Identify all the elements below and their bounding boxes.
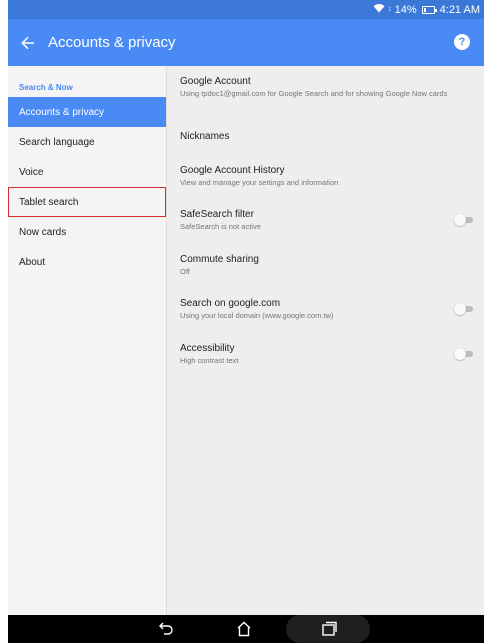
setting-title: Google Account	[180, 76, 251, 87]
setting-accessibility[interactable]: Accessibility High contrast text	[180, 343, 476, 365]
battery-icon	[421, 5, 437, 14]
arrow-back-icon[interactable]	[14, 29, 42, 57]
setting-subtitle: High contrast text	[180, 356, 239, 365]
setting-title: Google Account History	[180, 165, 285, 176]
page-title: Accounts & privacy	[48, 34, 176, 51]
sidebar-item-label: Now cards	[19, 226, 67, 238]
sidebar-item-label: Tablet search	[19, 196, 79, 208]
signal-arrows-icon: ↕	[388, 6, 392, 13]
setting-account-history[interactable]: Google Account History View and manage y…	[180, 165, 476, 187]
toggle-thumb	[454, 348, 466, 360]
sidebar-item-search-language[interactable]: Search language	[8, 127, 166, 157]
sidebar-item-label: Accounts & privacy	[19, 106, 105, 118]
setting-title: SafeSearch filter	[180, 209, 254, 220]
google-com-toggle[interactable]	[454, 302, 474, 316]
help-icon[interactable]: ?	[454, 34, 470, 50]
toggle-thumb	[454, 214, 466, 226]
sidebar-item-tablet-search[interactable]: Tablet search	[8, 187, 166, 217]
setting-subtitle: View and manage your settings and inform…	[180, 178, 339, 187]
clock: 4:21 AM	[439, 3, 480, 16]
sidebar-item-accounts-privacy[interactable]: Accounts & privacy	[8, 97, 166, 127]
app-bar: Accounts & privacy ?	[8, 19, 484, 66]
accessibility-toggle[interactable]	[454, 347, 474, 361]
settings-sidebar: Search & Now Accounts & privacy Search l…	[8, 66, 167, 615]
sidebar-item-now-cards[interactable]: Now cards	[8, 217, 166, 247]
setting-google-account[interactable]: Google Account Using tpdoc1@gmail.com fo…	[180, 76, 476, 98]
setting-title: Commute sharing	[180, 254, 259, 265]
setting-subtitle: Using tpdoc1@gmail.com for Google Search…	[180, 89, 448, 98]
setting-subtitle: Off	[180, 267, 190, 276]
nav-home-icon[interactable]	[235, 620, 255, 638]
wifi-icon	[373, 3, 385, 16]
sidebar-item-label: Voice	[19, 166, 44, 178]
setting-commute-sharing[interactable]: Commute sharing Off	[180, 254, 476, 276]
setting-subtitle: Using your local domain (www.google.com.…	[180, 311, 334, 320]
setting-safesearch-filter[interactable]: SafeSearch filter SafeSearch is not acti…	[180, 209, 476, 231]
sidebar-item-about[interactable]: About	[8, 247, 166, 277]
sidebar-item-label: About	[19, 256, 46, 268]
battery-percent: 14%	[394, 3, 417, 16]
navigation-bar	[8, 615, 484, 643]
tablet-screen: ↕ 14% 4:21 AM Accounts & privacy ? Searc…	[8, 0, 484, 643]
sidebar-item-voice[interactable]: Voice	[8, 157, 166, 187]
setting-title: Search on google.com	[180, 298, 281, 309]
safesearch-toggle[interactable]	[454, 213, 474, 227]
setting-subtitle: SafeSearch is not active	[180, 222, 261, 231]
status-bar: ↕ 14% 4:21 AM	[8, 0, 484, 19]
nav-back-icon[interactable]	[158, 620, 178, 638]
settings-content: Google Account Using tpdoc1@gmail.com fo…	[168, 66, 484, 615]
toggle-thumb	[454, 303, 466, 315]
nav-recents-icon[interactable]	[320, 620, 338, 638]
sidebar-section-header: Search & Now	[19, 83, 73, 92]
setting-title: Nicknames	[180, 131, 230, 142]
setting-title: Accessibility	[180, 343, 235, 354]
sidebar-item-label: Search language	[19, 136, 95, 148]
setting-search-on-google[interactable]: Search on google.com Using your local do…	[180, 298, 476, 320]
setting-nicknames[interactable]: Nicknames	[180, 131, 476, 143]
